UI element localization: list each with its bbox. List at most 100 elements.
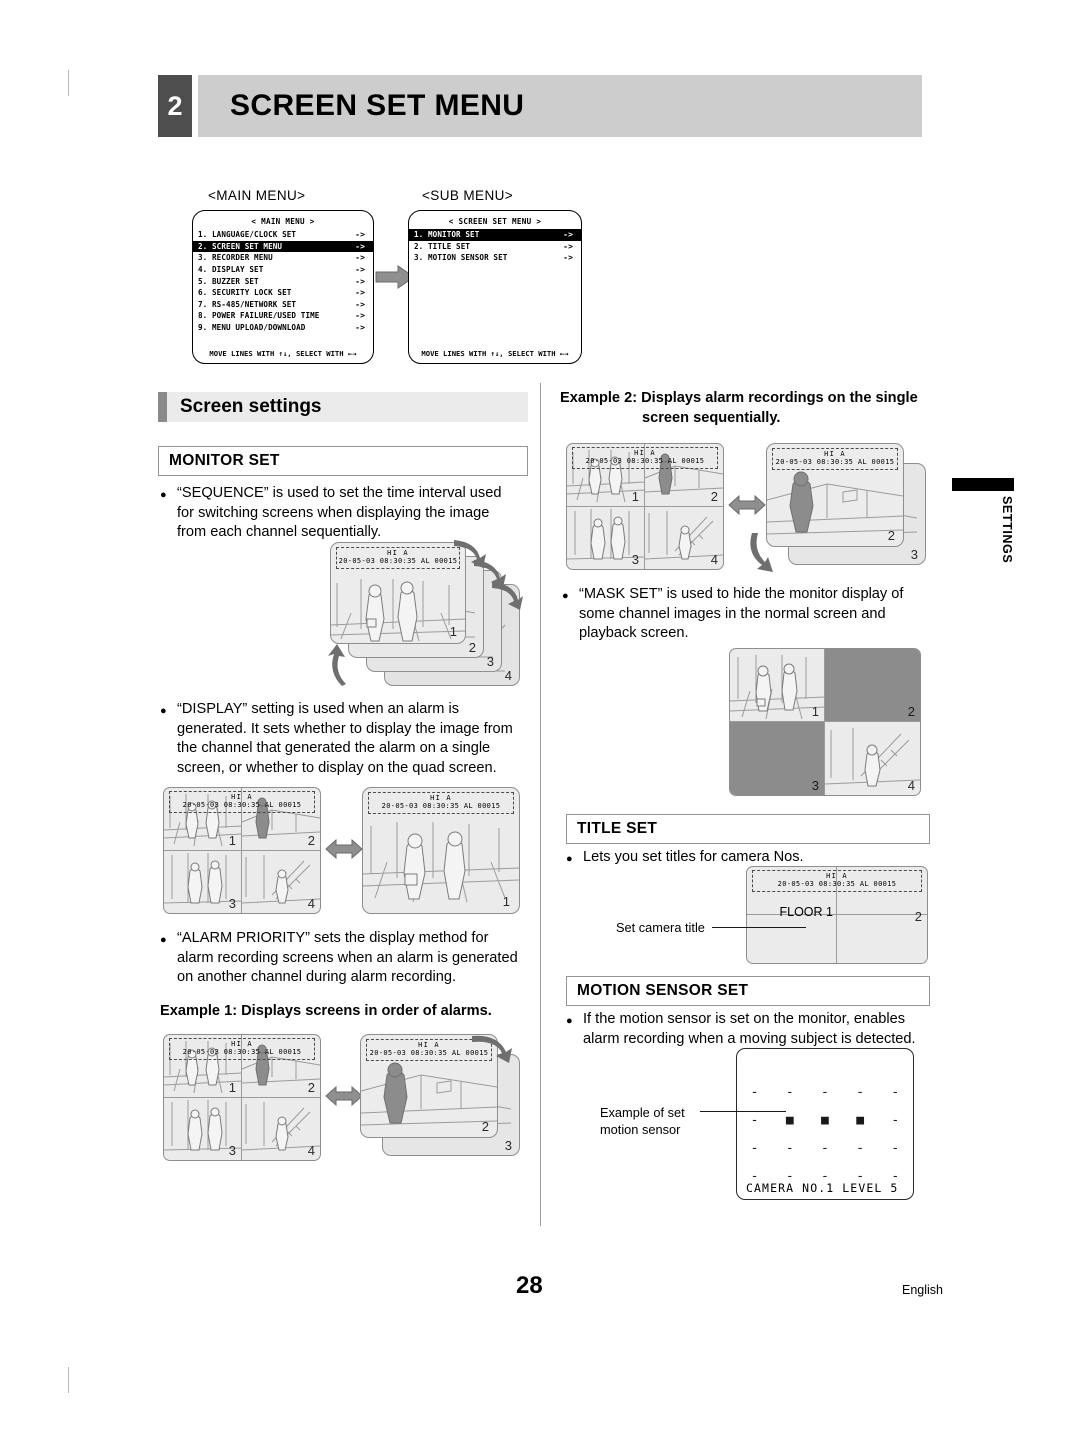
motion-cell[interactable]: - [856,1086,864,1099]
monitor-set-heading: MONITOR SET [158,446,528,476]
osd-line1: HI A [430,794,452,802]
section-title: Screen settings [180,396,322,417]
main-menu-item-8[interactable]: 8. POWER FAILURE/USED TIME -> [193,310,373,322]
set-camera-title-label: Set camera title [616,920,705,935]
sub-menu-osd: < SCREEN SET MENU > 1. MONITOR SET -> 2. … [408,210,582,364]
motion-cell-set[interactable]: ■ [821,1114,829,1127]
mask-cell-1: 1 [730,649,826,722]
quad-channel-1: 1 [631,488,639,504]
main-menu-item-4[interactable]: 4. DISPLAY SET -> [193,264,373,276]
scene-lobby-single [363,822,519,903]
main-menu-item-3-label: 3. RECORDER MENU [198,253,273,263]
sub-menu-item-3[interactable]: 3. MOTION SENSOR SET -> [409,252,581,264]
example2-lead: Example 2: [560,390,638,406]
alarm-priority-text: “ALARM PRIORITY” sets the display method… [177,930,518,986]
motion-row-1: - - - - - [737,1083,913,1103]
section-tick [158,392,167,422]
main-menu-osd-title: < MAIN MENU > [251,217,315,226]
motion-example-label: Example of set motion sensor [600,1104,685,1138]
osd-line1: HI A [826,872,848,880]
osd-line1: HI A [231,1040,253,1048]
osd-overlay-example1-quad: HI A 20-05-03 08:30:35 AL 00015 [169,1038,315,1061]
main-menu-item-3[interactable]: 3. RECORDER MENU -> [193,252,373,264]
quad-channel-2: 2 [307,832,315,848]
scene-lobby-mask1 [730,655,826,720]
display-quad-screen: 1 2 3 4 HI A 20-05-03 08:30:35 AL 00015 [163,787,321,914]
title-set-heading: TITLE SET [566,814,930,844]
main-menu-item-2[interactable]: 2. SCREEN SET MENU -> [193,240,373,253]
crop-mark-bottom-left [68,1367,69,1393]
motion-cell[interactable]: - [821,1086,829,1099]
osd-line2: 20-05-03 08:30:35 AL 00015 [381,802,501,811]
mask-channel-2: 2 [907,704,915,719]
motion-cell[interactable]: - [856,1142,864,1155]
arrow-icon: -> [563,241,573,251]
motion-cell[interactable]: - [891,1086,899,1099]
section-title-bar: Screen settings [158,392,528,422]
example1-quad-screen: 1 2 3 4 HI A 20-05-03 08:30:35 AL 00015 [163,1034,321,1161]
bullet-icon: ● [562,590,569,602]
example2-channel-3: 3 [910,547,918,562]
main-menu-item-1[interactable]: 1. LANGUAGE/CLOCK SET -> [193,229,373,241]
main-menu-item-6[interactable]: 6. SECURITY LOCK SET -> [193,287,373,299]
example1-curve-arrow-icon [472,1035,512,1063]
motion-cell[interactable]: - [891,1142,899,1155]
document-page: 2 SCREEN SET MENU <MAIN MENU> <SUB MENU>… [0,0,1080,1454]
mask-set-text: “MASK SET” is used to hide the monitor d… [579,586,904,642]
main-menu-item-7[interactable]: 7. RS-485/NETWORK SET -> [193,299,373,311]
main-menu-caption: <MAIN MENU> [208,188,306,203]
example1-double-arrow-icon [325,1085,363,1107]
osd-overlay-display-single: HI A 20-05-03 08:30:35 AL 00015 [368,792,514,815]
quad-channel-3: 3 [631,552,639,567]
motion-cell[interactable]: - [751,1142,759,1155]
main-menu-item-6-label: 6. SECURITY LOCK SET [198,288,292,298]
example1-stack-illustration: 3 HI A 20-05-03 08:30:35 AL 00015 2 [360,1032,520,1162]
bullet-icon: ● [160,705,167,717]
sub-menu-footer-hint: MOVE LINES WITH ↑↓, SELECT WITH ←→ [421,349,569,358]
motion-cell[interactable]: - [786,1086,794,1099]
motion-sensor-heading: MOTION SENSOR SET [566,976,930,1006]
main-menu-item-9-label: 9. MENU UPLOAD/DOWNLOAD [198,323,306,333]
motion-cell[interactable]: - [891,1114,899,1127]
sub-menu-item-2[interactable]: 2. TITLE SET -> [409,241,581,253]
motion-cell[interactable]: - [821,1142,829,1155]
motion-cell[interactable]: - [786,1142,794,1155]
main-menu-item-9[interactable]: 9. MENU UPLOAD/DOWNLOAD -> [193,322,373,334]
motion-example-line1: Example of set [600,1105,685,1120]
example2-line2: screen sequentially. [642,409,781,426]
main-menu-item-5[interactable]: 5. BUZZER SET -> [193,275,373,287]
motion-sensor-caption: CAMERA NO.1 LEVEL 5 [746,1181,899,1195]
arrow-icon: -> [563,253,573,263]
example2-stack-illustration: 3 HI A 20-05-03 08:30:35 AL 00015 2 [750,441,926,572]
bullet-icon: ● [160,489,167,501]
main-menu-item-7-label: 7. RS-485/NETWORK SET [198,299,297,309]
sequence-text: “SEQUENCE” is used to set the time inter… [177,485,502,541]
language-label: English [902,1283,943,1297]
quad-channel-1: 1 [228,1079,236,1095]
sequence-paragraph: ● “SEQUENCE” is used to set the time int… [160,484,520,543]
osd-line2: 20-05-03 08:30:35 AL 00015 [585,457,705,466]
display-text: “DISPLAY” setting is used when an alarm … [177,701,513,776]
motion-cell[interactable]: - [751,1114,759,1127]
arrow-icon: -> [355,288,365,298]
main-menu-item-8-label: 8. POWER FAILURE/USED TIME [198,311,320,321]
arrow-icon: -> [563,230,573,240]
quad-channel-4: 4 [710,552,718,567]
quad-channel-3: 3 [228,1143,236,1158]
side-tab-settings: SETTINGS [952,478,1014,598]
quad-channel-2: 2 [710,488,718,504]
mask-cell-2: 2 [825,649,920,722]
sequence-cycle-arrows-icon [328,540,523,686]
mask-cell-3: 3 [730,722,825,795]
motion-cell-set[interactable]: ■ [856,1114,864,1127]
sub-menu-item-1-label: 1. MONITOR SET [414,230,480,240]
motion-cell[interactable]: - [751,1086,759,1099]
motion-cell-set[interactable]: ■ [786,1114,794,1127]
sub-menu-item-1[interactable]: 1. MONITOR SET -> [409,229,581,241]
osd-line2: 20-05-03 08:30:35 AL 00015 [182,801,302,810]
scene-counter-e1s2 [361,1062,497,1126]
side-tab-block [952,478,1014,491]
motion-row-3: - - - - - [737,1139,913,1159]
motion-sensor-text: If the motion sensor is set on the monit… [583,1011,916,1047]
example2-quad-screen: 1 2 3 4 HI A 20-05-03 08:30:35 AL 00015 [566,443,724,570]
